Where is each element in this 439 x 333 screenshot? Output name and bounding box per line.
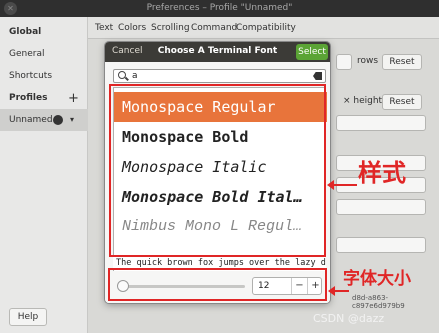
default-profile-icon: [53, 115, 63, 125]
style-arrow: [327, 180, 357, 190]
profile-tabs: Text Colors Scrolling Command Compatibil…: [88, 17, 439, 39]
sidebar-item-unnamed-label: Unnamed: [9, 115, 53, 125]
sidebar-item-profiles: Profiles: [9, 93, 48, 103]
reset-size-button[interactable]: Reset: [382, 54, 422, 70]
size-highlight-box: [108, 268, 327, 301]
tab-compatibility[interactable]: Compatibility: [236, 23, 296, 33]
cursor-shape-combo[interactable]: [336, 115, 426, 131]
size-annotation: 字体大小: [343, 269, 411, 289]
select-button[interactable]: Select: [296, 44, 328, 60]
misc-combo[interactable]: [336, 237, 426, 253]
style-highlight-box: [109, 84, 326, 257]
search-icon: [118, 71, 126, 79]
tab-colors[interactable]: Colors: [118, 23, 146, 33]
window-title: Preferences – Profile "Unnamed": [146, 3, 293, 13]
profile-id-text: d8d-a863-c897e6d979b9: [352, 294, 405, 310]
rows-spinner[interactable]: [336, 54, 352, 70]
sidebar: Global General Shortcuts Profiles + Unna…: [0, 17, 88, 333]
dialog-header: Cancel Choose A Terminal Font Select: [105, 42, 330, 62]
font-search-input[interactable]: a: [113, 69, 326, 83]
shape-combo[interactable]: [336, 199, 426, 215]
font-search-value: a: [132, 71, 138, 81]
chevron-down-icon[interactable]: ▾: [70, 115, 74, 124]
tab-text[interactable]: Text: [95, 23, 113, 33]
window-titlebar: ✕ Preferences – Profile "Unnamed": [0, 0, 439, 17]
size-arrow: [328, 286, 349, 296]
add-profile-icon[interactable]: +: [68, 92, 79, 105]
clear-icon[interactable]: [313, 72, 322, 80]
reset-spacing-button[interactable]: Reset: [382, 94, 422, 110]
rows-label: rows: [357, 56, 379, 66]
watermark: CSDN @dazz: [313, 312, 385, 325]
tab-scrolling[interactable]: Scrolling: [151, 23, 190, 33]
tab-command[interactable]: Command: [191, 23, 237, 33]
height-label: × height: [343, 96, 383, 106]
sidebar-item-general[interactable]: General: [9, 49, 44, 59]
sidebar-item-global: Global: [9, 27, 42, 37]
sidebar-item-shortcuts[interactable]: Shortcuts: [9, 71, 52, 81]
help-button[interactable]: Help: [9, 308, 47, 326]
style-annotation: 样式: [358, 159, 406, 187]
close-icon[interactable]: ✕: [4, 2, 17, 15]
